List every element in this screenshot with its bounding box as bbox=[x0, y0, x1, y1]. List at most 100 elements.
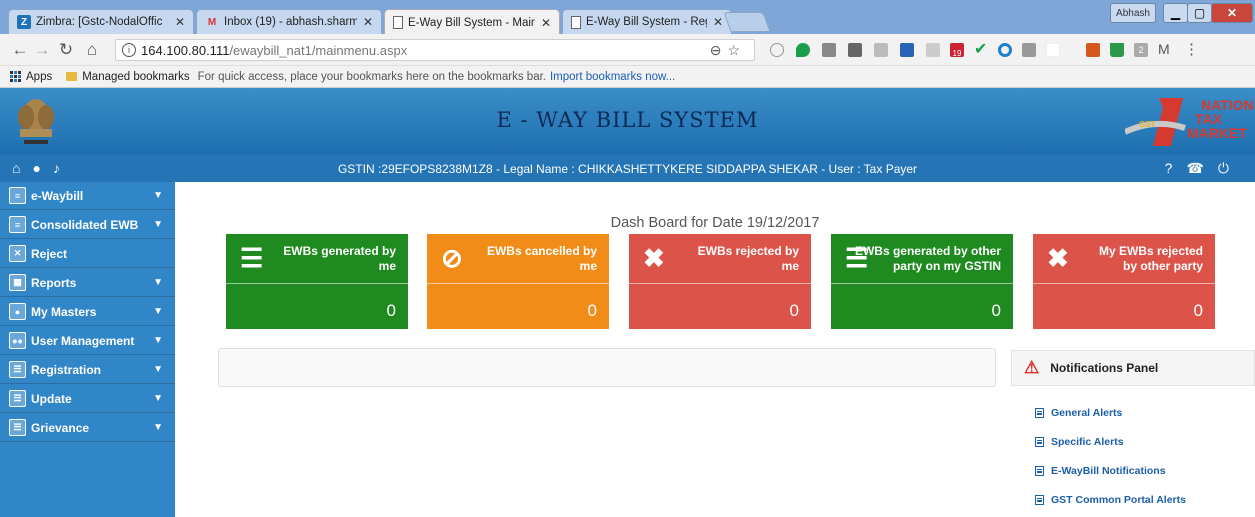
link-label: General Alerts bbox=[1051, 407, 1123, 419]
reject-icon: ✕ bbox=[9, 245, 26, 262]
sidebar-item-label: Reject bbox=[31, 246, 68, 261]
close-icon[interactable]: ✕ bbox=[713, 15, 723, 29]
sidebar-item-my-masters[interactable]: ● My Masters ▼ bbox=[0, 298, 175, 326]
zoom-icon[interactable]: ⊖ bbox=[710, 42, 728, 58]
card-ewb-rejected-by-me[interactable]: ✖ EWBs rejected by me 0 bbox=[629, 234, 811, 329]
zimbra-icon: Z bbox=[17, 15, 31, 29]
sidebar-item-e-waybill[interactable]: ≡ e-Waybill ▼ bbox=[0, 182, 175, 210]
bookmark-star-icon[interactable]: ☆ bbox=[727, 42, 746, 58]
ban-icon: ⊘ bbox=[441, 243, 463, 273]
card-ewb-generated-by-other-party[interactable]: ☰ EWBs generated by other party on my GS… bbox=[831, 234, 1013, 329]
folder-icon bbox=[66, 72, 78, 81]
url-path: /ewaybill_nat1/mainmenu.aspx bbox=[229, 42, 408, 58]
sidebar-item-registration[interactable]: ☰ Registration ▼ bbox=[0, 356, 175, 384]
forward-arrow-icon[interactable]: → bbox=[32, 40, 52, 60]
gmail-extension-icon[interactable]: 19 bbox=[950, 43, 964, 58]
tab-inbox[interactable]: M Inbox (19) - abhash.sharm ✕ bbox=[196, 9, 382, 34]
sidebar-item-update[interactable]: ☰ Update ▼ bbox=[0, 385, 175, 413]
extension-puzzle-icon[interactable] bbox=[926, 43, 940, 57]
link-general-alerts[interactable]: General Alerts bbox=[1035, 407, 1122, 419]
managed-bookmarks-folder[interactable]: Managed bookmarks bbox=[82, 71, 189, 83]
extension-orange-icon[interactable] bbox=[1086, 43, 1100, 57]
card-value: 0 bbox=[1193, 301, 1203, 320]
maximize-button[interactable]: ▢ bbox=[1187, 3, 1212, 23]
browser-tabstrip: Z Zimbra: [Gstc-NodalOffic ✕ M Inbox (19… bbox=[0, 0, 1255, 35]
sidebar-item-user-management[interactable]: ●● User Management ▼ bbox=[0, 327, 175, 355]
url-bar[interactable]: i 164.100.80.111 /ewaybill_nat1/mainmenu… bbox=[115, 39, 755, 61]
extension-gray-icon[interactable] bbox=[848, 43, 862, 57]
sidebar-item-label: Registration bbox=[31, 362, 102, 377]
chevron-down-icon: ▼ bbox=[153, 306, 163, 317]
new-tab-button[interactable] bbox=[723, 12, 771, 32]
chevron-down-icon: ▼ bbox=[153, 335, 163, 346]
help-icon[interactable]: ? bbox=[1165, 160, 1187, 176]
nation-tax-market-logo: NATION TAX MARKET GST bbox=[1125, 94, 1254, 150]
power-icon[interactable]: ⏻ bbox=[1218, 160, 1243, 176]
extension-evernote-icon[interactable] bbox=[796, 43, 810, 57]
close-icon[interactable]: ✕ bbox=[363, 15, 373, 29]
extension-number-icon[interactable]: 2 bbox=[1134, 43, 1148, 57]
home-icon[interactable]: ⌂ bbox=[82, 40, 102, 60]
main-content: Dash Board for Date 19/12/2017 ☰ EWBs ge… bbox=[175, 182, 1255, 517]
extension-pocket-icon[interactable] bbox=[822, 43, 836, 57]
card-value: 0 bbox=[587, 301, 597, 320]
tab-ewaybill-main[interactable]: E-Way Bill System - Main ✕ bbox=[384, 9, 560, 35]
phone-icon[interactable]: ☎ bbox=[1186, 160, 1217, 176]
extension-blank-icon[interactable] bbox=[1046, 43, 1060, 57]
info-icon[interactable]: i bbox=[122, 43, 136, 57]
sidebar-item-label: User Management bbox=[31, 333, 135, 348]
warning-icon: ⚠ bbox=[1024, 358, 1040, 377]
gmail-icon: M bbox=[207, 16, 217, 28]
window-close-button[interactable]: ✕ bbox=[1211, 3, 1253, 23]
list-icon: ☰ bbox=[240, 243, 264, 273]
close-icon[interactable]: ✕ bbox=[175, 15, 185, 29]
tab-zimbra[interactable]: Z Zimbra: [Gstc-NodalOffic ✕ bbox=[8, 9, 194, 34]
profile-button[interactable]: Abhash bbox=[1110, 3, 1156, 23]
extension-window-icon[interactable] bbox=[874, 43, 888, 57]
logo-gst: GST bbox=[1139, 120, 1156, 129]
content-panel bbox=[218, 348, 996, 387]
sidebar-item-reports[interactable]: ▦ Reports ▼ bbox=[0, 269, 175, 297]
gmail-m-icon[interactable]: M bbox=[1158, 41, 1172, 57]
close-icon[interactable]: ✕ bbox=[541, 16, 551, 30]
link-ewaybill-notifications[interactable]: E-WayBill Notifications bbox=[1035, 465, 1166, 477]
logo-market: MARKET bbox=[1187, 125, 1247, 141]
users-icon: ●● bbox=[9, 332, 26, 349]
card-label: My EWBs rejected by other party bbox=[1098, 244, 1203, 273]
extension-circle-icon[interactable] bbox=[998, 43, 1012, 57]
list-icon bbox=[1035, 495, 1044, 505]
back-arrow-icon[interactable]: ← bbox=[10, 40, 30, 60]
sidebar-item-grievance[interactable]: ☰ Grievance ▼ bbox=[0, 414, 175, 442]
apps-bookmark[interactable]: Apps bbox=[26, 71, 52, 83]
sidebar-item-consolidated-ewb[interactable]: ≡ Consolidated EWB ▼ bbox=[0, 211, 175, 239]
chrome-menu-icon[interactable]: ⋮ bbox=[1184, 40, 1199, 58]
card-label: EWBs cancelled by me bbox=[486, 244, 597, 273]
link-specific-alerts[interactable]: Specific Alerts bbox=[1035, 436, 1124, 448]
card-ewb-generated-by-me[interactable]: ☰ EWBs generated by me 0 bbox=[226, 234, 408, 329]
report-icon: ▦ bbox=[9, 274, 26, 291]
extension-e-icon[interactable] bbox=[1022, 43, 1036, 57]
card-my-ewb-rejected-by-other-party[interactable]: ✖ My EWBs rejected by other party 0 bbox=[1033, 234, 1215, 329]
card-ewb-cancelled-by-me[interactable]: ⊘ EWBs cancelled by me 0 bbox=[427, 234, 609, 329]
header-banner: E - WAY BILL SYSTEM NATION TAX MARKET GS… bbox=[0, 88, 1255, 155]
google-drive-icon[interactable] bbox=[1110, 43, 1124, 57]
import-bookmarks-link[interactable]: Import bookmarks now... bbox=[550, 71, 675, 83]
times-icon: ✖ bbox=[1047, 243, 1069, 273]
extension-clock-icon[interactable] bbox=[770, 43, 784, 57]
extension-badge: 2 bbox=[1138, 45, 1144, 55]
checkmark-icon[interactable]: ✔ bbox=[974, 39, 988, 58]
tab-ewaybill-registration[interactable]: E-Way Bill System - Regi ✕ bbox=[562, 9, 732, 34]
minimize-button[interactable]: ▁ bbox=[1163, 3, 1188, 23]
chevron-down-icon: ▼ bbox=[153, 277, 163, 288]
sidebar-item-reject[interactable]: ✕ Reject bbox=[0, 240, 175, 268]
chevron-down-icon: ▼ bbox=[153, 190, 163, 201]
extension-blue-icon[interactable] bbox=[900, 43, 914, 57]
url-host: 164.100.80.111 bbox=[141, 42, 230, 58]
card-label: EWBs generated by me bbox=[283, 244, 396, 273]
notifications-title: Notifications Panel bbox=[1050, 361, 1159, 375]
link-gst-common-portal-alerts[interactable]: GST Common Portal Alerts bbox=[1035, 494, 1186, 506]
bookmarks-bar: Apps Managed bookmarks For quick access,… bbox=[0, 66, 1255, 88]
app-title: E - WAY BILL SYSTEM bbox=[496, 108, 759, 132]
chevron-down-icon: ▼ bbox=[153, 219, 163, 230]
reload-icon[interactable]: ↻ bbox=[56, 40, 76, 60]
